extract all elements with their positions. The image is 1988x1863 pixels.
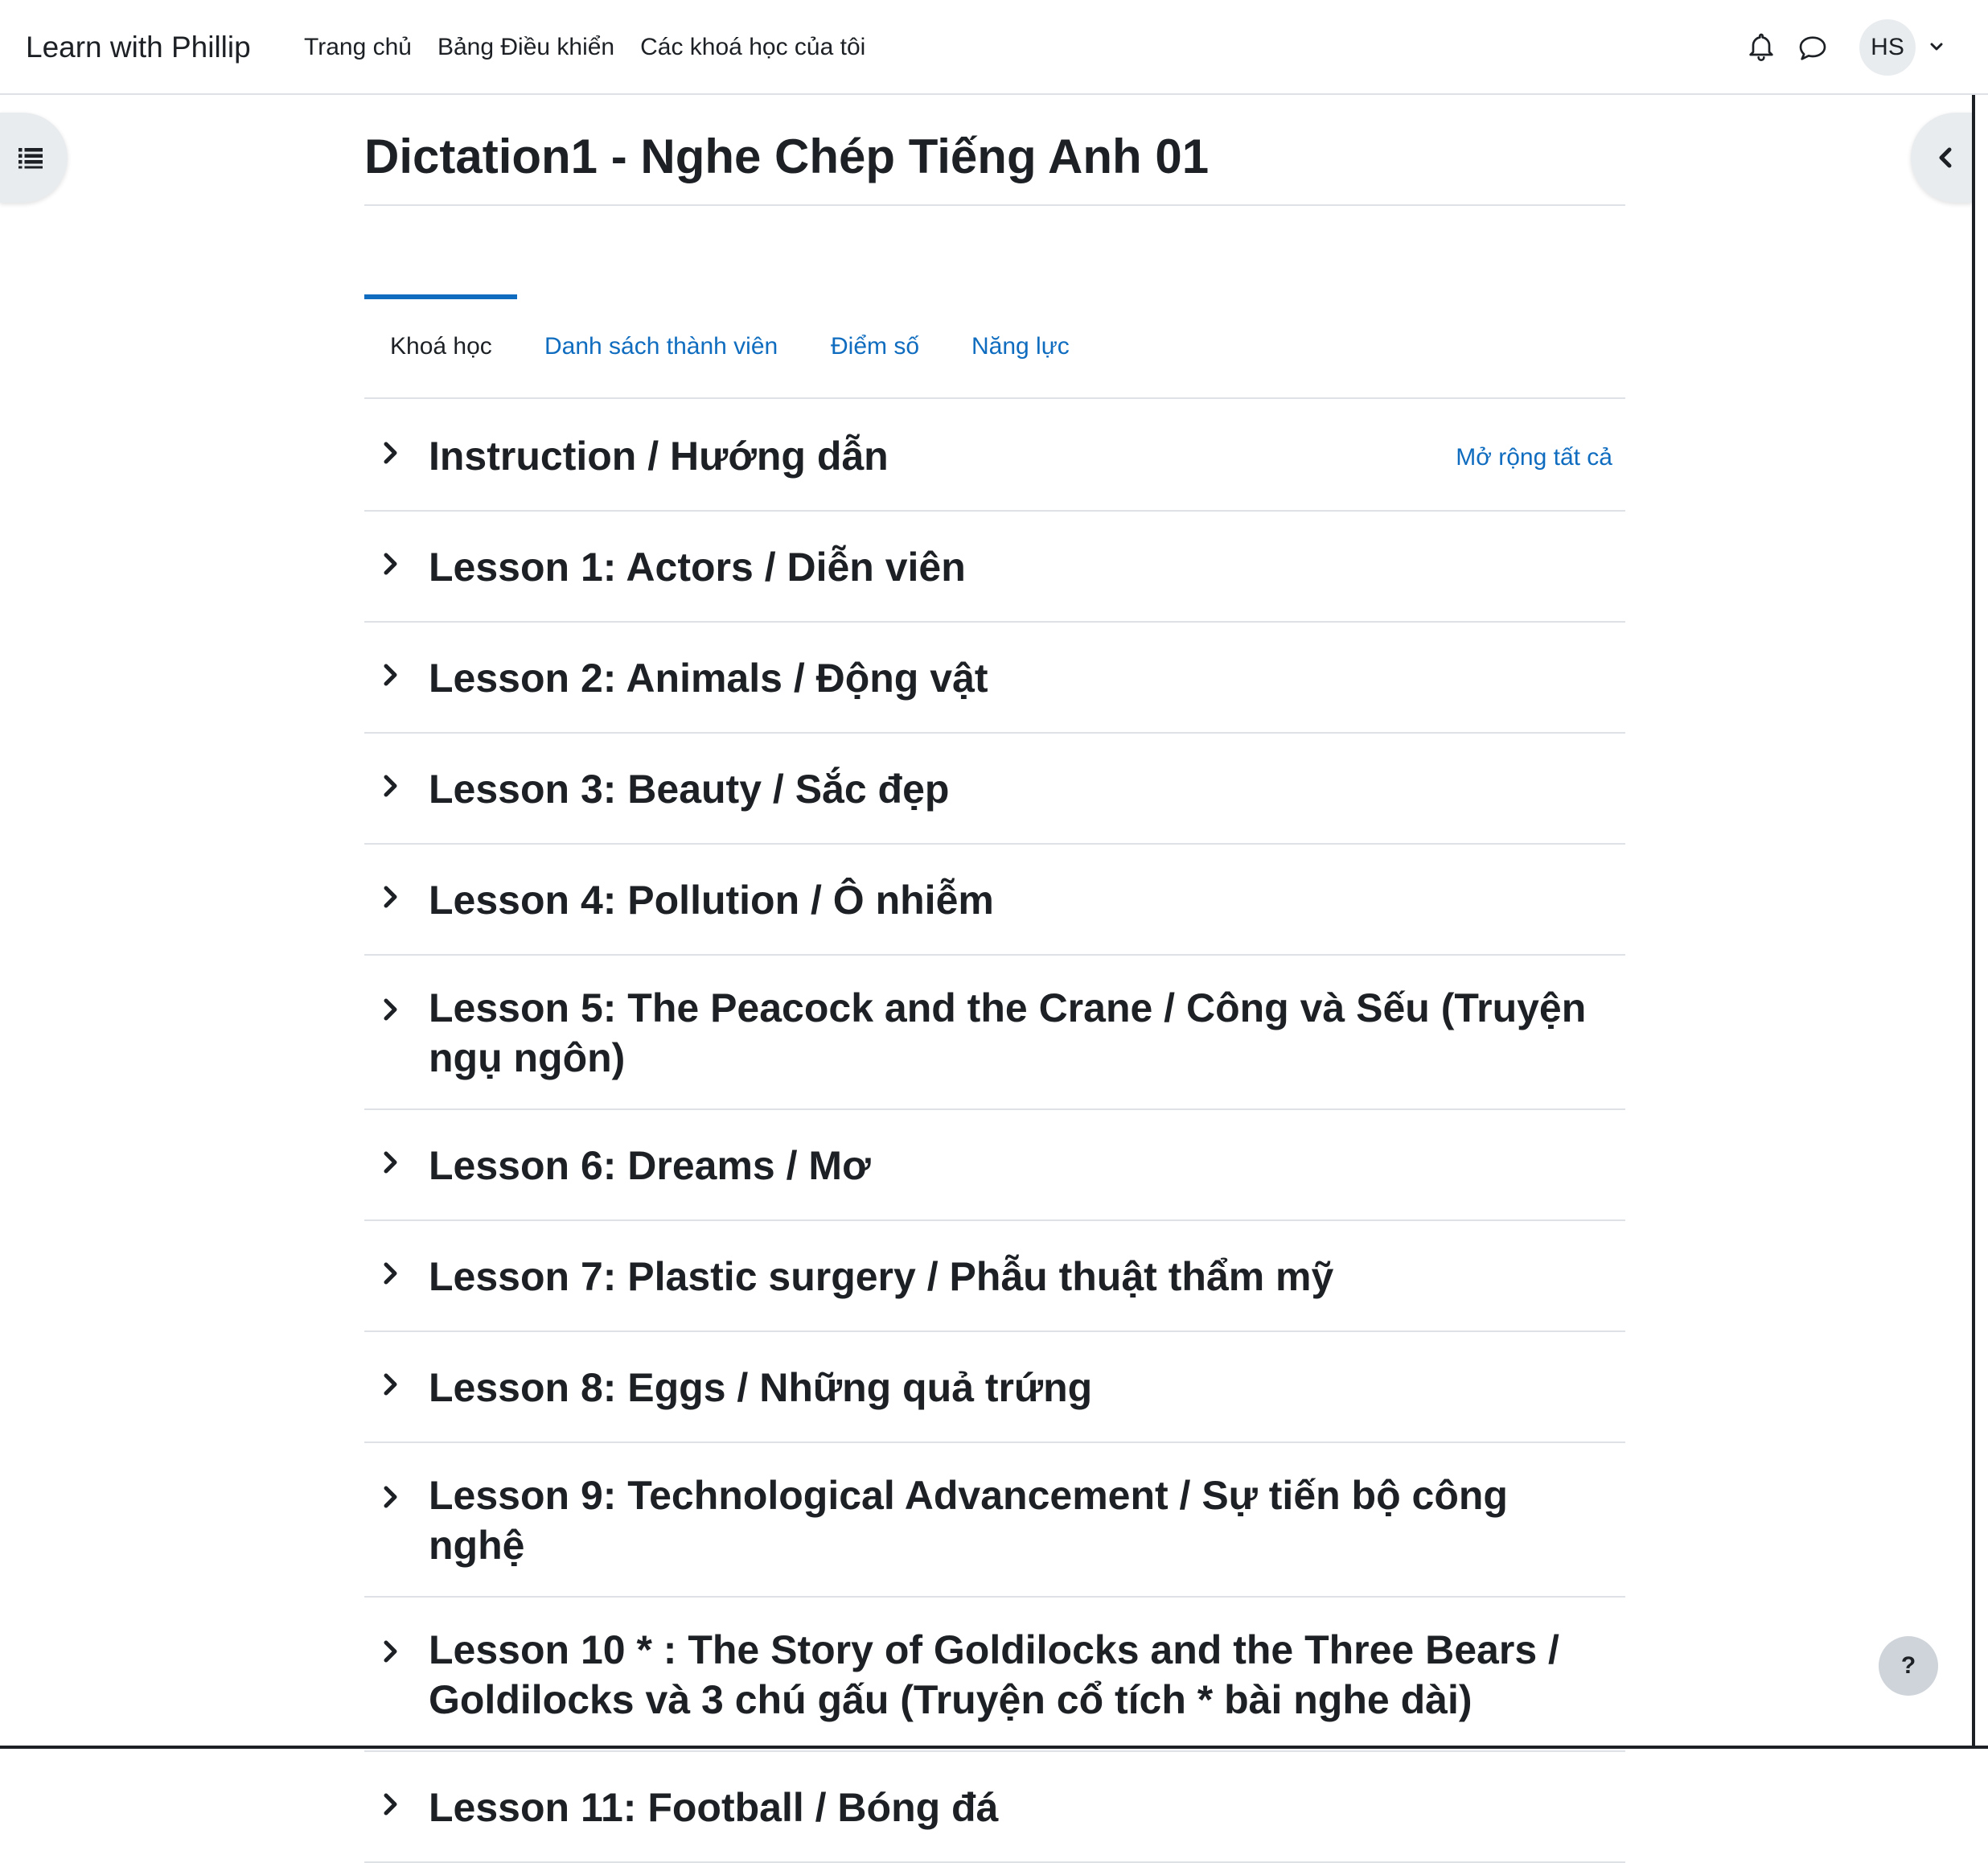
section-title[interactable]: Lesson 6: Dreams / Mơ	[429, 1141, 1611, 1191]
window-edge	[0, 1746, 1988, 1749]
course-section[interactable]: Lesson 11: Football / Bóng đá	[364, 1752, 1625, 1863]
tab-label: Điểm số	[831, 333, 920, 360]
course-section[interactable]: Lesson 6: Dreams / Mơ	[364, 1110, 1625, 1221]
chevron-right-icon[interactable]	[382, 1485, 400, 1509]
course-section[interactable]: Lesson 9: Technological Advancement / Sự…	[364, 1443, 1625, 1598]
tab-label: Danh sách thành viên	[544, 333, 778, 360]
chevron-right-icon[interactable]	[382, 1639, 400, 1664]
course-index-drawer-toggle[interactable]	[0, 113, 68, 203]
block-drawer-toggle[interactable]	[1911, 113, 1972, 203]
tab-label: Năng lực	[971, 333, 1070, 360]
section-title[interactable]: Lesson 4: Pollution / Ô nhiễm	[429, 875, 1611, 925]
section-title[interactable]: Lesson 1: Actors / Diễn viên	[429, 542, 1611, 592]
course-section[interactable]: Lesson 5: The Peacock and the Crane / Cô…	[364, 956, 1625, 1110]
primary-navigation: Trang chủ Bảng Điều khiển Các khoá học c…	[304, 31, 865, 64]
window-edge	[1972, 95, 1975, 1749]
chevron-right-icon[interactable]	[382, 1261, 400, 1285]
section-title[interactable]: Lesson 8: Eggs / Những quả trứng	[429, 1363, 1611, 1413]
course-sections: Mở rộng tất cả Instruction / Hướng dẫn Le…	[364, 401, 1625, 1863]
chevron-right-icon[interactable]	[382, 1792, 400, 1816]
chevron-right-icon[interactable]	[382, 774, 400, 798]
chevron-right-icon[interactable]	[382, 885, 400, 909]
section-title[interactable]: Lesson 11: Football / Bóng đá	[429, 1783, 1611, 1832]
course-section[interactable]: Lesson 4: Pollution / Ô nhiễm	[364, 845, 1625, 956]
bell-icon[interactable]	[1745, 31, 1777, 63]
nav-link-home[interactable]: Trang chủ	[304, 31, 412, 64]
tab-label: Khoá học	[390, 333, 492, 360]
section-title[interactable]: Instruction / Hướng dẫn	[429, 431, 1611, 481]
nav-link-dashboard[interactable]: Bảng Điều khiển	[437, 31, 614, 64]
chevron-right-icon[interactable]	[382, 441, 400, 465]
help-button[interactable]: ?	[1879, 1636, 1938, 1696]
course-section[interactable]: Lesson 3: Beauty / Sắc đẹp	[364, 734, 1625, 845]
course-tabs: Khoá học Danh sách thành viên Điểm số Nă…	[364, 206, 1625, 399]
chevron-right-icon[interactable]	[382, 1150, 400, 1174]
section-title[interactable]: Lesson 3: Beauty / Sắc đẹp	[429, 764, 1611, 814]
section-title[interactable]: Lesson 2: Animals / Động vật	[429, 653, 1611, 703]
active-tab-indicator	[364, 294, 517, 299]
course-section[interactable]: Lesson 8: Eggs / Những quả trứng	[364, 1332, 1625, 1443]
chevron-left-icon	[1939, 147, 1952, 168]
tabs-divider	[364, 397, 1625, 399]
course-section[interactable]: Lesson 1: Actors / Diễn viên	[364, 512, 1625, 623]
section-title[interactable]: Lesson 9: Technological Advancement / Sự…	[429, 1470, 1611, 1570]
chevron-right-icon[interactable]	[382, 663, 400, 687]
section-title[interactable]: Lesson 7: Plastic surgery / Phẫu thuật t…	[429, 1252, 1611, 1302]
chevron-down-icon[interactable]	[1927, 37, 1946, 56]
list-icon	[18, 148, 43, 169]
course-section[interactable]: Lesson 10 * : The Story of Goldilocks an…	[364, 1598, 1625, 1752]
course-section[interactable]: Instruction / Hướng dẫn	[364, 401, 1625, 512]
course-section[interactable]: Lesson 7: Plastic surgery / Phẫu thuật t…	[364, 1221, 1625, 1332]
chevron-right-icon[interactable]	[382, 997, 400, 1022]
chevron-right-icon[interactable]	[382, 1372, 400, 1396]
section-title[interactable]: Lesson 10 * : The Story of Goldilocks an…	[429, 1625, 1611, 1725]
chevron-right-icon[interactable]	[382, 552, 400, 576]
nav-link-my-courses[interactable]: Các khoá học của tôi	[640, 31, 865, 64]
course-section[interactable]: Lesson 2: Animals / Động vật	[364, 623, 1625, 734]
chat-bubble-icon[interactable]	[1797, 32, 1829, 64]
site-brand[interactable]: Learn with Phillip	[26, 27, 251, 68]
user-avatar[interactable]: HS	[1859, 19, 1916, 76]
page-title: Dictation1 - Nghe Chép Tiếng Anh 01	[364, 130, 1210, 183]
section-title[interactable]: Lesson 5: The Peacock and the Crane / Cô…	[429, 983, 1611, 1083]
top-navbar: Learn with Phillip Trang chủ Bảng Điều k…	[0, 0, 1988, 95]
